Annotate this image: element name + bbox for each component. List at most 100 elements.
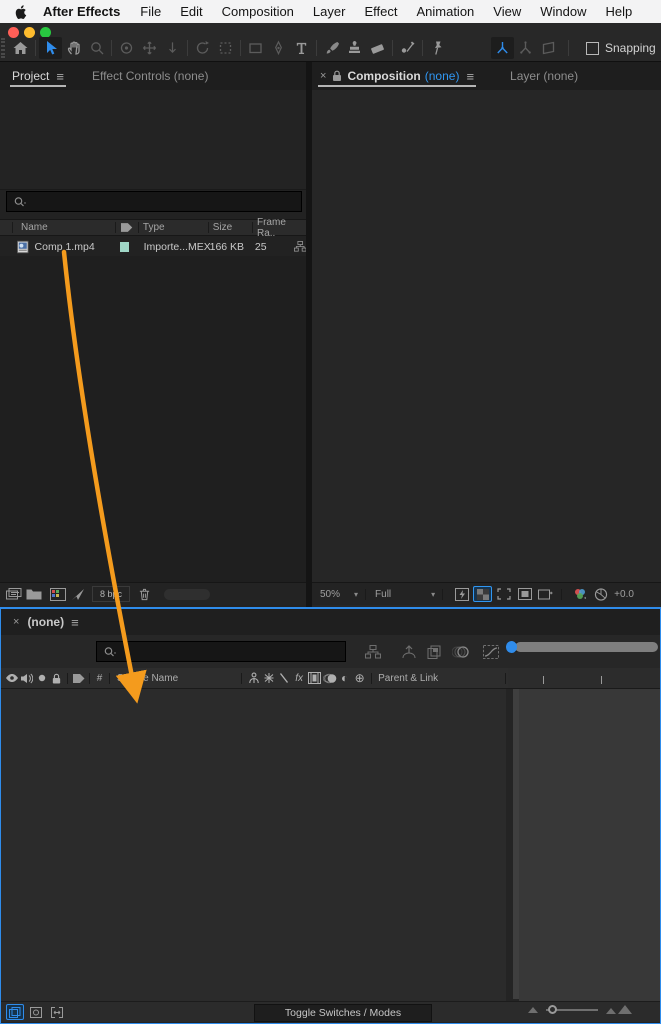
tab-effect-controls[interactable]: Effect Controls (none)	[86, 62, 215, 90]
close-tab-icon[interactable]: ×	[320, 70, 326, 82]
menu-help[interactable]: Help	[605, 4, 632, 19]
magnification-dropdown[interactable]: 50% ▾	[320, 589, 358, 600]
zoom-out-icon[interactable]	[528, 1006, 538, 1013]
menu-file[interactable]: File	[140, 4, 161, 19]
quality-switch-icon[interactable]	[276, 671, 291, 685]
view-axis-mode-button[interactable]	[537, 37, 560, 59]
column-type[interactable]: Type	[143, 222, 204, 233]
layer-number-column[interactable]: #	[93, 673, 106, 684]
label-color-chip[interactable]	[119, 241, 129, 252]
camera-roi-tool-button[interactable]	[214, 37, 237, 59]
local-axis-mode-button[interactable]	[491, 37, 514, 59]
expand-transfer-controls-icon[interactable]	[27, 1004, 45, 1020]
three-d-layer-switch-icon[interactable]: ⊕	[352, 671, 367, 685]
project-horizontal-scrollbar[interactable]	[164, 588, 211, 600]
roto-brush-tool-button[interactable]	[396, 37, 419, 59]
timeline-layer-list-area[interactable]	[1, 689, 506, 1011]
zoom-tool-button[interactable]	[85, 37, 108, 59]
time-navigator-handle[interactable]	[506, 641, 517, 653]
pan-camera-tool-button[interactable]	[138, 37, 161, 59]
world-axis-mode-button[interactable]	[514, 37, 537, 59]
menu-animation[interactable]: Animation	[416, 4, 474, 19]
toolbar-grip[interactable]	[1, 38, 5, 58]
clone-stamp-tool-button[interactable]	[343, 37, 366, 59]
menu-composition[interactable]: Composition	[222, 4, 294, 19]
pen-tool-button[interactable]	[267, 37, 290, 59]
menu-effect[interactable]: Effect	[364, 4, 397, 19]
label-column-icon[interactable]	[71, 671, 86, 685]
timeline-time-ruler[interactable]	[508, 668, 660, 689]
timeline-zoom-knob[interactable]	[548, 1004, 557, 1014]
panel-menu-icon[interactable]: ≡	[56, 69, 64, 84]
column-name[interactable]: Name	[21, 222, 111, 233]
puppet-pin-tool-button[interactable]	[426, 37, 449, 59]
menu-app-name[interactable]: After Effects	[43, 4, 120, 19]
project-list-empty-area[interactable]	[0, 256, 306, 583]
column-size[interactable]: Size	[213, 222, 248, 233]
mask-visibility-icon[interactable]	[515, 586, 534, 602]
time-navigator-bar[interactable]	[515, 642, 658, 652]
new-composition-icon[interactable]	[48, 586, 68, 602]
tab-layer[interactable]: Layer (none)	[504, 62, 584, 90]
close-tab-icon[interactable]: ×	[13, 616, 19, 628]
dolly-camera-tool-button[interactable]	[161, 37, 184, 59]
resolution-dropdown[interactable]: Full ▾	[375, 589, 435, 600]
brush-tool-button[interactable]	[320, 37, 343, 59]
project-item-row[interactable]: Comp 1.mp4 Importe...MEX 166 KB 25	[0, 237, 307, 256]
draft-3d-icon[interactable]	[396, 643, 422, 661]
video-visibility-icon[interactable]	[4, 671, 19, 685]
timeline-zoom-slider[interactable]	[546, 1004, 598, 1014]
timeline-vertical-scrollbar[interactable]	[506, 689, 519, 1011]
time-navigator[interactable]	[506, 641, 658, 653]
menu-view[interactable]: View	[493, 4, 521, 19]
zoom-in-icon[interactable]	[606, 1005, 632, 1014]
frame-blend-switch-icon[interactable]	[307, 671, 322, 685]
graph-editor-icon[interactable]	[478, 643, 504, 661]
flowchart-icon[interactable]	[293, 240, 307, 253]
exposure-value[interactable]: +0.0	[614, 589, 634, 600]
frame-blending-icon[interactable]	[422, 643, 448, 661]
snapping-checkbox[interactable]	[586, 41, 599, 55]
tab-project[interactable]: Project ≡	[6, 62, 70, 90]
menu-layer[interactable]: Layer	[313, 4, 346, 19]
region-of-interest-icon[interactable]	[494, 586, 513, 602]
type-tool-button[interactable]	[290, 37, 313, 59]
selection-tool-button[interactable]	[39, 37, 62, 59]
audio-icon[interactable]	[19, 671, 34, 685]
timeline-tab-label[interactable]: (none)	[27, 615, 64, 629]
project-color-depth-button[interactable]: 8 bpc	[92, 586, 131, 602]
expand-layer-switches-icon[interactable]	[6, 1004, 24, 1020]
rotation-tool-button[interactable]	[191, 37, 214, 59]
column-frame-rate[interactable]: Frame Ra..	[257, 217, 306, 239]
panel-menu-icon[interactable]: ≡	[71, 615, 79, 630]
lock-icon[interactable]	[49, 671, 64, 685]
new-folder-icon[interactable]	[24, 586, 44, 602]
apple-menu-icon[interactable]	[14, 4, 27, 20]
timeline-search-input[interactable]	[96, 641, 346, 662]
solo-icon[interactable]	[34, 671, 49, 685]
home-tool-button[interactable]	[9, 37, 32, 59]
fast-previews-icon[interactable]	[452, 586, 471, 602]
menu-window[interactable]: Window	[540, 4, 586, 19]
proxy-icon[interactable]	[68, 586, 88, 602]
panel-menu-icon[interactable]: ≡	[466, 69, 474, 84]
transparency-grid-icon[interactable]	[473, 586, 493, 602]
expand-in-out-panes-icon[interactable]	[48, 1004, 66, 1020]
adjustment-layer-switch-icon[interactable]: ◐	[337, 671, 352, 685]
exposure-grid-icon[interactable]	[536, 586, 555, 602]
channel-rgb-icon[interactable]	[570, 586, 589, 602]
toggle-switches-modes-button[interactable]: Toggle Switches / Modes	[254, 1004, 432, 1022]
composition-mini-flowchart-icon[interactable]	[360, 643, 386, 661]
project-search-input[interactable]	[6, 191, 302, 212]
hand-tool-button[interactable]	[62, 37, 85, 59]
rectangle-tool-button[interactable]	[244, 37, 267, 59]
interpret-footage-icon[interactable]	[4, 586, 24, 602]
label-column-icon[interactable]	[120, 222, 134, 233]
menu-edit[interactable]: Edit	[180, 4, 202, 19]
tab-composition[interactable]: × Composition (none) ≡	[314, 62, 480, 90]
motion-blur-icon[interactable]	[448, 643, 474, 661]
orbit-camera-tool-button[interactable]	[115, 37, 138, 59]
shutter-icon[interactable]	[591, 586, 610, 602]
trash-icon[interactable]	[134, 586, 154, 602]
collapse-transformations-icon[interactable]	[261, 671, 276, 685]
